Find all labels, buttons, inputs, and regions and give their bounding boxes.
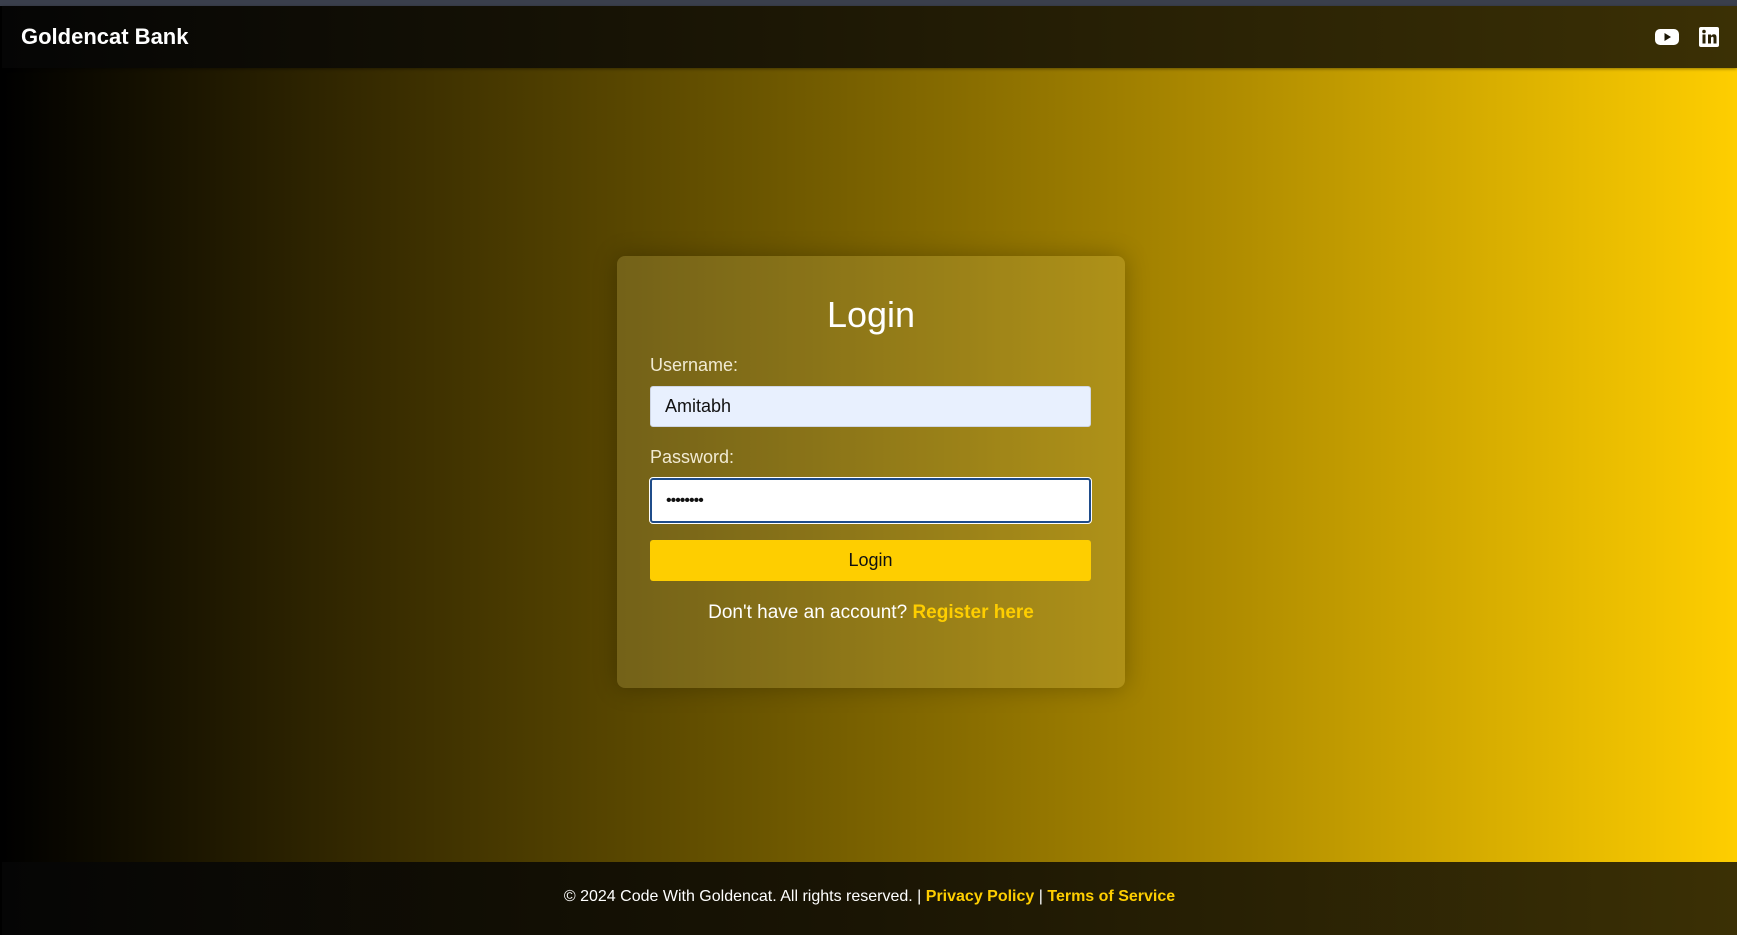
- linkedin-icon: [1699, 27, 1719, 47]
- register-prompt-text: Don't have an account?: [708, 602, 908, 623]
- login-card: Login Username: Password: Login Don't ha…: [617, 256, 1125, 688]
- site-footer: © 2024 Code With Goldencat. All rights r…: [2, 862, 1737, 935]
- register-link[interactable]: Register here: [912, 602, 1033, 623]
- copyright-text: © 2024 Code With Goldencat. All rights r…: [563, 888, 922, 905]
- register-prompt-row: Don't have an account? Register here: [650, 601, 1092, 625]
- password-input[interactable]: [649, 477, 1092, 524]
- social-links: [1654, 26, 1724, 48]
- username-label: Username:: [650, 355, 739, 375]
- username-input[interactable]: [650, 386, 1091, 427]
- brand-logo-text[interactable]: Goldencat Bank: [21, 24, 188, 50]
- page-background: Goldencat Bank Login Username: Pas: [2, 6, 1737, 935]
- linkedin-link[interactable]: [1698, 26, 1724, 48]
- footer-separator: |: [1038, 888, 1043, 905]
- login-button[interactable]: Login: [650, 540, 1091, 581]
- terms-of-service-link[interactable]: Terms of Service: [1047, 888, 1175, 905]
- footer-text: © 2024 Code With Goldencat. All rights r…: [2, 887, 1737, 907]
- privacy-policy-link[interactable]: Privacy Policy: [926, 888, 1035, 905]
- navbar: Goldencat Bank: [2, 6, 1737, 68]
- password-label: Password:: [650, 447, 735, 467]
- login-title: Login: [826, 294, 916, 335]
- youtube-icon: [1655, 29, 1679, 45]
- youtube-link[interactable]: [1654, 26, 1680, 48]
